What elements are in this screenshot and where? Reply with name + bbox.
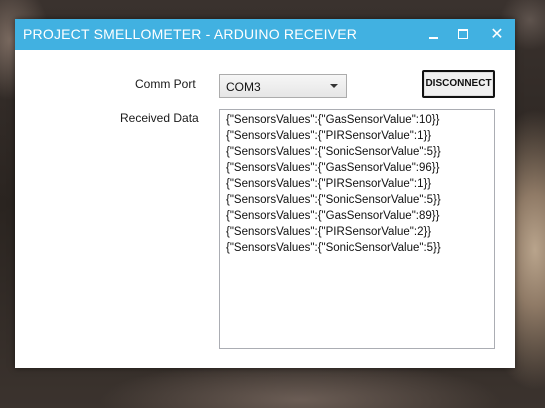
received-line: {"SensorsValues":{"SonicSensorValue":5}} <box>226 194 441 206</box>
close-icon: ✕ <box>490 26 504 43</box>
comm-port-select[interactable]: COM3 <box>219 74 347 98</box>
received-line: {"SensorsValues":{"GasSensorValue":96}} <box>226 162 440 174</box>
minimize-icon <box>428 37 438 40</box>
window-title: PROJECT SMELLOMETER - ARDUINO RECEIVER <box>23 26 358 42</box>
received-line: {"SensorsValues":{"GasSensorValue":89}} <box>226 210 440 222</box>
close-button[interactable]: ✕ <box>481 19 513 50</box>
comm-port-label: Comm Port <box>135 77 196 91</box>
received-line: {"SensorsValues":{"PIRSensorValue":1}} <box>226 130 432 142</box>
received-line: {"SensorsValues":{"SonicSensorValue":5}} <box>226 242 441 254</box>
received-data-label: Received Data <box>120 111 199 125</box>
disconnect-button[interactable]: DISCONNECT <box>422 70 495 98</box>
received-line: {"SensorsValues":{"SonicSensorValue":5}} <box>226 146 441 158</box>
received-line: {"SensorsValues":{"PIRSensorValue":2}} <box>226 226 432 238</box>
comm-port-value: COM3 <box>226 80 261 94</box>
maximize-icon <box>458 28 468 39</box>
received-line: {"SensorsValues":{"GasSensorValue":10}} <box>226 114 440 126</box>
minimize-button[interactable] <box>417 19 449 50</box>
app-window: PROJECT SMELLOMETER - ARDUINO RECEIVER ✕… <box>15 19 515 368</box>
maximize-button[interactable] <box>447 19 479 50</box>
title-bar[interactable]: PROJECT SMELLOMETER - ARDUINO RECEIVER ✕ <box>15 19 515 50</box>
received-data-textarea[interactable]: {"SensorsValues":{"GasSensorValue":10}} … <box>219 109 495 349</box>
chevron-down-icon <box>330 84 338 88</box>
received-line: {"SensorsValues":{"PIRSensorValue":1}} <box>226 178 432 190</box>
